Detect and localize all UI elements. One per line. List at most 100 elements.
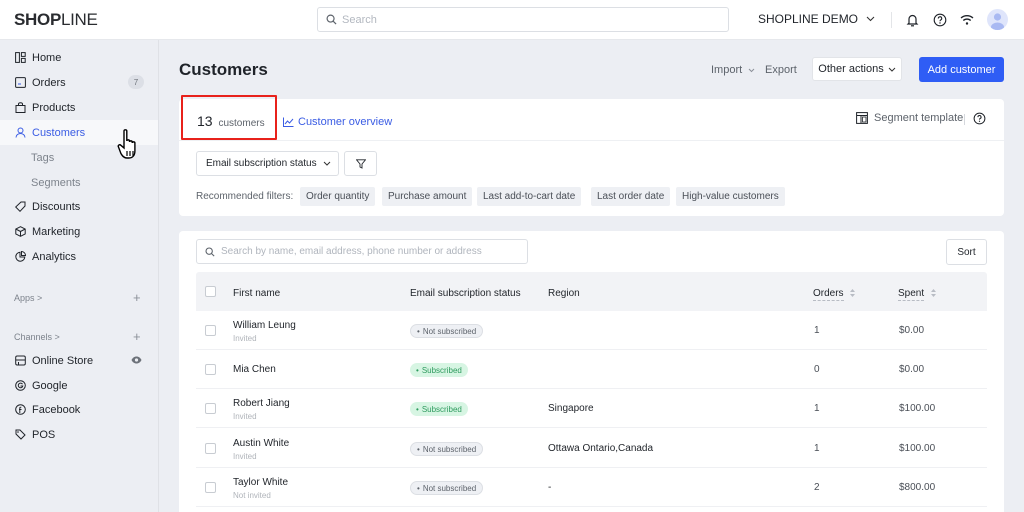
filter-chip-purchase-amount[interactable]: Purchase amount bbox=[382, 187, 473, 206]
sidebar-item-products[interactable]: Products bbox=[0, 95, 158, 120]
row-checkbox[interactable] bbox=[205, 482, 216, 493]
segment-template-button[interactable]: Segment template bbox=[856, 112, 963, 124]
sort-arrows-icon[interactable] bbox=[930, 288, 937, 298]
table-row[interactable]: Robert Jiang Invited • Subscribed Singapore 1… bbox=[196, 389, 987, 428]
sidebar-item-discounts[interactable]: Discounts bbox=[0, 194, 158, 219]
spent-cell: $0.00 bbox=[899, 364, 925, 375]
subscription-status-text: Subscribed bbox=[421, 365, 462, 375]
row-checkbox[interactable] bbox=[205, 364, 216, 375]
filter-chip-last-add-to-cart-date[interactable]: Last add-to-cart date bbox=[477, 187, 582, 206]
customer-name[interactable]: Austin White bbox=[233, 438, 289, 449]
bell-icon[interactable] bbox=[903, 11, 921, 29]
table-row[interactable]: William Leung Invited • Not subscribed 1 $0.0… bbox=[196, 311, 987, 350]
sort-arrows-icon[interactable] bbox=[849, 288, 856, 298]
highlight-annotation bbox=[181, 95, 277, 140]
table-row[interactable]: Austin White Invited • Not subscribed Ottawa… bbox=[196, 429, 987, 468]
invite-status: Invited bbox=[233, 452, 257, 461]
add-app-plus-icon[interactable]: + bbox=[133, 290, 141, 305]
filter-chip-last-order-date[interactable]: Last order date bbox=[591, 187, 671, 206]
table-row[interactable]: Mia Chen • Subscribed 0 $0.00 bbox=[196, 350, 987, 389]
chevron-down-icon bbox=[748, 68, 755, 73]
customer-name[interactable]: William Leung bbox=[233, 320, 296, 331]
sidebar-item-home[interactable]: Home bbox=[0, 45, 158, 70]
column-orders[interactable]: Orders bbox=[813, 288, 844, 301]
other-actions-button[interactable]: Other actions bbox=[812, 57, 902, 81]
customer-name[interactable]: Taylor White bbox=[233, 477, 288, 488]
store-switcher[interactable]: SHOPLINE DEMO bbox=[758, 12, 875, 26]
filter-button[interactable] bbox=[344, 151, 377, 176]
apps-section-label[interactable]: Apps > bbox=[14, 293, 42, 303]
import-button[interactable]: Import bbox=[711, 64, 755, 76]
filter-chip-order-quantity[interactable]: Order quantity bbox=[300, 187, 376, 206]
sidebar-item-analytics[interactable]: Analytics bbox=[0, 244, 158, 269]
orders-cell: 2 bbox=[814, 482, 820, 493]
divider bbox=[964, 114, 965, 125]
email-subscription-status-select[interactable]: Email subscription status bbox=[196, 151, 339, 176]
sidebar-item-label: Marketing bbox=[32, 225, 81, 238]
sidebar-item-label: Tags bbox=[31, 151, 55, 164]
invite-status: Not invited bbox=[233, 491, 271, 500]
sort-button[interactable]: Sort bbox=[946, 239, 987, 265]
row-checkbox[interactable] bbox=[205, 325, 216, 336]
subscription-status-badge: • Not subscribed bbox=[410, 442, 484, 456]
layout-icon bbox=[856, 112, 868, 124]
tag-icon bbox=[14, 201, 26, 213]
column-email-status: Email subscription status bbox=[410, 288, 521, 299]
global-search-input[interactable] bbox=[342, 13, 722, 26]
customer-search[interactable] bbox=[196, 239, 528, 264]
channels-section-label[interactable]: Channels > bbox=[14, 332, 60, 342]
filter-chip-high-value-customers[interactable]: High-value customers bbox=[676, 187, 785, 206]
sidebar-item-segments[interactable]: Segments bbox=[0, 170, 158, 195]
orders-cell: 1 bbox=[814, 403, 820, 414]
customer-overview-link[interactable]: Customer overview bbox=[283, 116, 392, 128]
eye-icon[interactable] bbox=[131, 355, 142, 367]
help-icon[interactable] bbox=[973, 112, 986, 130]
sidebar-item-google[interactable]: Google bbox=[0, 373, 158, 398]
store-name: SHOPLINE DEMO bbox=[758, 12, 859, 26]
sidebar-item-orders[interactable]: Orders 7 bbox=[0, 70, 158, 95]
global-search[interactable] bbox=[317, 7, 729, 32]
customer-search-input[interactable] bbox=[221, 246, 521, 257]
sidebar-item-label: Home bbox=[32, 51, 62, 64]
wifi-icon[interactable] bbox=[958, 11, 976, 29]
spent-cell: $100.00 bbox=[899, 443, 936, 454]
sidebar-item-facebook[interactable]: Facebook bbox=[0, 397, 158, 422]
avatar[interactable] bbox=[987, 9, 1008, 30]
sidebar: Home Orders 7 Products Customers Tags Se… bbox=[0, 40, 159, 512]
subscription-status-badge: • Not subscribed bbox=[410, 481, 484, 495]
chevron-down-icon bbox=[866, 16, 875, 22]
chevron-down-icon bbox=[323, 161, 330, 166]
sidebar-item-online-store[interactable]: Online Store bbox=[0, 348, 158, 373]
pie-icon bbox=[14, 251, 26, 263]
region-cell: Singapore bbox=[548, 403, 594, 414]
row-checkbox[interactable] bbox=[205, 443, 216, 454]
column-first-name: First name bbox=[233, 288, 281, 299]
spent-cell: $800.00 bbox=[899, 482, 936, 493]
sidebar-item-label: Products bbox=[32, 101, 76, 114]
user-icon bbox=[14, 127, 26, 139]
shopline-logo[interactable]: SHOPLINE bbox=[14, 10, 98, 30]
select-all-checkbox[interactable] bbox=[205, 286, 216, 297]
import-label: Import bbox=[711, 64, 743, 76]
table-header: First name Email subscription status Reg… bbox=[196, 272, 987, 311]
row-checkbox[interactable] bbox=[205, 403, 216, 414]
store-icon bbox=[14, 355, 26, 367]
cube-icon bbox=[14, 226, 26, 238]
line-chart-icon bbox=[283, 117, 294, 127]
add-customer-button[interactable]: Add customer bbox=[919, 57, 1004, 82]
region-cell: - bbox=[548, 482, 552, 493]
customer-name[interactable]: Mia Chen bbox=[233, 364, 276, 375]
subscription-status-text: Subscribed bbox=[421, 404, 462, 414]
export-button[interactable]: Export bbox=[765, 64, 797, 76]
add-channel-plus-icon[interactable]: + bbox=[133, 329, 141, 344]
subscription-status-badge: • Not subscribed bbox=[410, 324, 484, 338]
orders-count-badge: 7 bbox=[128, 75, 144, 89]
sidebar-item-marketing[interactable]: Marketing bbox=[0, 219, 158, 244]
select-label: Email subscription status bbox=[206, 158, 317, 169]
table-row[interactable]: Taylor White Not invited • Not subscribed - 2… bbox=[196, 468, 987, 507]
help-icon[interactable] bbox=[931, 11, 949, 29]
logo-light: LINE bbox=[60, 10, 98, 29]
customer-name[interactable]: Robert Jiang bbox=[233, 398, 290, 409]
column-spent[interactable]: Spent bbox=[898, 288, 925, 301]
sidebar-item-pos[interactable]: POS bbox=[0, 422, 158, 447]
